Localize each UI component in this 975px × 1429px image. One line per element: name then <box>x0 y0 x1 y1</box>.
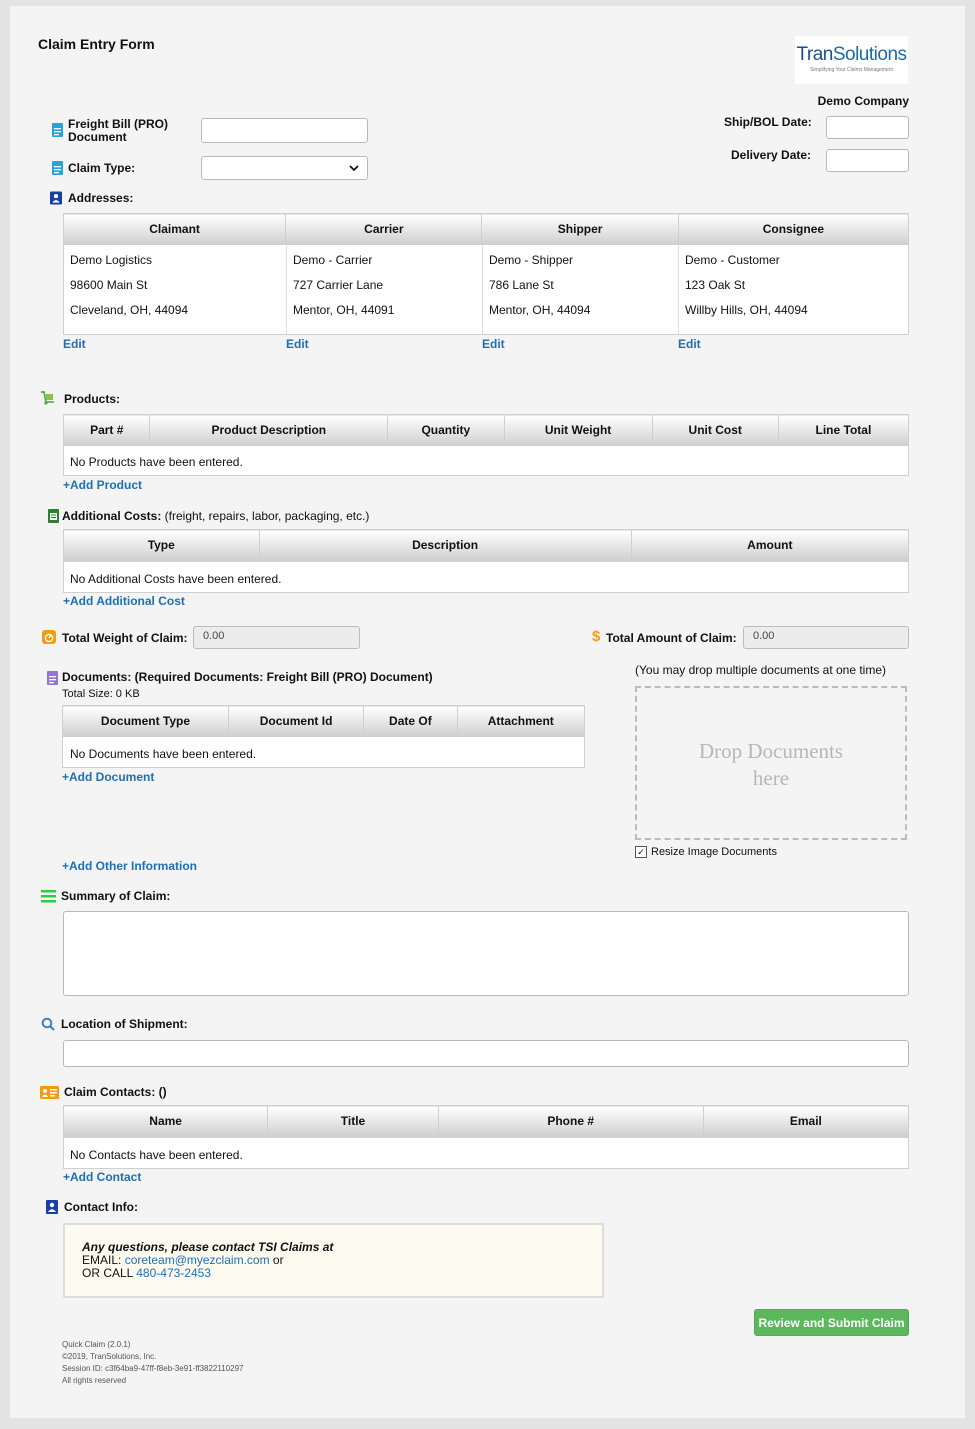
products-empty-message: No Products have been entered. <box>70 455 243 469</box>
header-phone: Phone # <box>437 1105 704 1137</box>
summary-textarea[interactable] <box>63 911 909 996</box>
header-type: Type <box>63 529 260 561</box>
edit-claimant-link[interactable]: Edit <box>63 337 86 351</box>
contact-card-icon <box>40 1085 59 1099</box>
costs-empty-message: No Additional Costs have been entered. <box>70 572 282 586</box>
header-unit-cost: Unit Cost <box>651 414 779 446</box>
page-title: Claim Entry Form <box>38 36 155 52</box>
contacts-table-header: Name Title Phone # Email <box>62 1105 910 1137</box>
costs-table-body: No Additional Costs have been entered. <box>63 561 909 593</box>
products-table-body: No Products have been entered. <box>63 445 909 476</box>
resize-image-option: ✓ Resize Image Documents <box>635 846 777 858</box>
claim-type-select[interactable] <box>201 156 368 180</box>
resize-image-label: Resize Image Documents <box>651 846 777 858</box>
claim-form-page: Claim Entry Form TranSolutions Simplifyi… <box>10 6 965 1418</box>
freight-bill-label: Freight Bill (PRO) Document <box>68 117 168 144</box>
addresses-table-body: Demo Logistics 98600 Main St Cleveland, OH… <box>63 244 909 335</box>
checkbox-icon[interactable]: ✓ <box>635 846 647 858</box>
header-title: Title <box>267 1105 439 1137</box>
location-input[interactable] <box>63 1040 909 1067</box>
claim-contacts-label: Claim Contacts: () <box>64 1085 167 1099</box>
addresses-table-header: Claimant Carrier Shipper Consignee <box>62 213 910 245</box>
cost-sheet-icon <box>47 509 59 523</box>
header-attachment: Attachment <box>456 705 586 737</box>
add-document-link[interactable]: +Add Document <box>62 770 154 784</box>
contacts-empty-message: No Contacts have been entered. <box>70 1148 243 1162</box>
header-shipper: Shipper <box>481 213 679 245</box>
total-amount-field: 0.00 <box>743 626 909 649</box>
drop-hint: (You may drop multiple documents at one … <box>635 663 887 677</box>
review-submit-button[interactable]: Review and Submit Claim <box>754 1309 909 1336</box>
search-icon <box>41 1017 55 1031</box>
contact-info-icon <box>46 1200 58 1214</box>
company-name: Demo Company <box>817 94 909 108</box>
add-contact-link[interactable]: +Add Contact <box>63 1170 141 1184</box>
header-product-description: Product Description <box>149 414 389 446</box>
total-weight-field: 0.00 <box>193 626 360 649</box>
company-logo: TranSolutions Simplifying Your Claims Ma… <box>795 36 908 84</box>
header-carrier: Carrier <box>285 213 483 245</box>
location-label: Location of Shipment: <box>61 1017 188 1031</box>
documents-table-body: No Documents have been entered. <box>62 736 585 768</box>
header-part-number: Part # <box>62 414 151 446</box>
header-amount: Amount <box>630 529 910 561</box>
header-quantity: Quantity <box>387 414 505 446</box>
footer: Quick Claim (2.0.1) ©2019, TranSolutions… <box>62 1340 244 1385</box>
contact-info-label: Contact Info: <box>64 1200 138 1214</box>
edit-consignee-link[interactable]: Edit <box>678 337 701 351</box>
products-label: Products: <box>64 392 121 406</box>
addresses-label: Addresses: <box>68 191 134 205</box>
consignee-address: Demo - Customer 123 Oak St Willby Hills, O… <box>685 253 808 317</box>
header-document-id: Document Id <box>227 705 365 737</box>
header-unit-weight: Unit Weight <box>503 414 653 446</box>
total-weight-label: Total Weight of Claim: <box>62 631 188 645</box>
header-name: Name <box>62 1105 269 1137</box>
documents-total-size: Total Size: 0 KB <box>62 688 140 700</box>
carrier-address: Demo - Carrier 727 Carrier Lane Mentor, OH… <box>293 253 395 317</box>
delivery-date-input[interactable] <box>826 149 909 172</box>
drop-documents-zone[interactable]: Drop Documents here <box>635 686 907 840</box>
add-other-information-link[interactable]: +Add Other Information <box>62 859 197 873</box>
header-line-total: Line Total <box>777 414 910 446</box>
documents-empty-message: No Documents have been entered. <box>70 747 257 761</box>
add-product-link[interactable]: +Add Product <box>63 478 142 492</box>
total-amount-label: Total Amount of Claim: <box>606 631 737 645</box>
documents-icon <box>46 671 58 685</box>
document-icon <box>51 161 63 175</box>
support-phone-link[interactable]: 480-473-2453 <box>136 1266 211 1280</box>
claimant-address: Demo Logistics 98600 Main St Cleveland, OH… <box>70 253 189 317</box>
header-email: Email <box>702 1105 910 1137</box>
ship-bol-date-label: Ship/BOL Date: <box>724 115 812 129</box>
freight-bill-input[interactable] <box>201 118 368 143</box>
header-document-type: Document Type <box>62 705 229 737</box>
header-consignee: Consignee <box>677 213 910 245</box>
documents-label: Documents: (Required Documents: Freight … <box>62 670 433 684</box>
summary-label: Summary of Claim: <box>61 889 171 903</box>
claim-type-label: Claim Type: <box>68 161 136 175</box>
costs-table-header: Type Description Amount <box>63 529 910 561</box>
ship-bol-date-input[interactable] <box>826 116 909 139</box>
weight-icon <box>42 630 56 644</box>
add-additional-cost-link[interactable]: +Add Additional Cost <box>63 594 185 608</box>
products-table-header: Part # Product Description Quantity Unit… <box>62 414 910 446</box>
additional-costs-label: Additional Costs: (freight, repairs, lab… <box>62 509 370 523</box>
list-icon <box>41 889 56 903</box>
support-email-link[interactable]: coreteam@myezclaim.com <box>125 1253 270 1267</box>
edit-shipper-link[interactable]: Edit <box>482 337 505 351</box>
shipper-address: Demo - Shipper 786 Lane St Mentor, OH, 440… <box>489 253 591 317</box>
dollar-icon: $ <box>592 628 601 645</box>
header-claimant: Claimant <box>62 213 287 245</box>
delivery-date-label: Delivery Date: <box>731 148 812 162</box>
address-book-icon <box>50 191 62 205</box>
contacts-table-body: No Contacts have been entered. <box>63 1137 909 1169</box>
hand-truck-icon <box>40 391 56 405</box>
edit-carrier-link[interactable]: Edit <box>286 337 309 351</box>
contact-info-box: Any questions, please contact TSI Claims… <box>63 1223 604 1298</box>
chevron-down-icon <box>349 162 359 176</box>
documents-table-header: Document Type Document Id Date Of Attach… <box>62 705 586 737</box>
document-icon <box>51 123 63 137</box>
header-description: Description <box>258 529 632 561</box>
header-date-of: Date Of <box>363 705 458 737</box>
